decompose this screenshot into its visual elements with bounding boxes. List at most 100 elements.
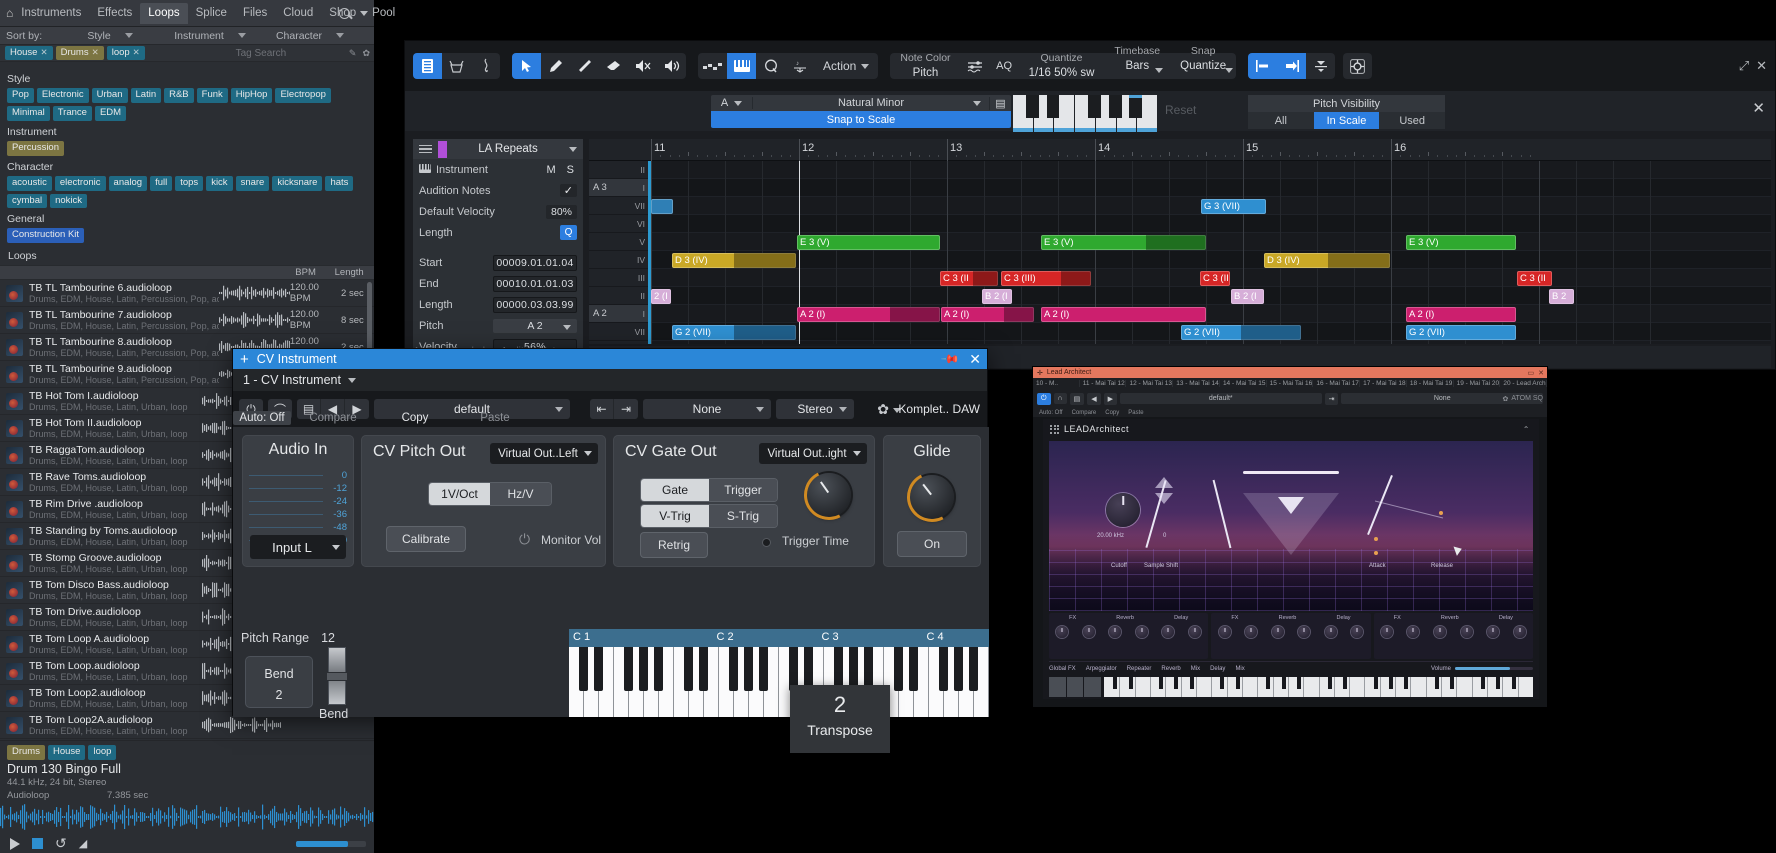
- target-icon[interactable]: [1343, 53, 1372, 79]
- lead-fx-knob[interactable]: [1189, 626, 1201, 638]
- midi-note[interactable]: A 2 (I): [1406, 306, 1516, 322]
- lead-fx-knob[interactable]: [1407, 626, 1420, 638]
- chevron-down-icon[interactable]: [360, 10, 368, 16]
- active-tag-house[interactable]: House ✕: [5, 45, 53, 61]
- velocity-curve-icon[interactable]: [698, 53, 727, 79]
- midi-note[interactable]: C 3 (II: [940, 270, 998, 286]
- black-key[interactable]: [1327, 677, 1332, 689]
- black-key[interactable]: [743, 647, 754, 691]
- facet-chip-hats[interactable]: hats: [325, 175, 354, 191]
- grid-row[interactable]: [651, 287, 1771, 305]
- trig-mode-vtrig[interactable]: V-Trig: [641, 505, 709, 527]
- facet-chip-r-b[interactable]: R&B: [164, 88, 194, 103]
- triangle-down-icon[interactable]: [1155, 493, 1173, 504]
- facet-chip-cymbal[interactable]: cymbal: [7, 193, 48, 209]
- tab-pool[interactable]: Pool: [364, 3, 403, 24]
- quantize-circle-icon[interactable]: [756, 53, 785, 79]
- cv-compare-button[interactable]: Compare: [291, 411, 375, 425]
- cv-auto-label[interactable]: Auto: Off: [233, 411, 291, 425]
- midi-note[interactable]: D 3 (IV): [672, 252, 796, 268]
- lead-fx-knob[interactable]: [1135, 626, 1148, 638]
- snap-to-scale-button[interactable]: Snap to Scale: [711, 111, 1011, 128]
- pitch-row-label[interactable]: VI: [589, 215, 649, 233]
- lead-track-header[interactable]: 18 - Mai Tai 19: [1407, 380, 1454, 387]
- tab-cloud[interactable]: Cloud: [275, 3, 321, 24]
- lead-auto-label[interactable]: Auto: Off: [1039, 410, 1063, 416]
- sustain-handle[interactable]: [1439, 511, 1443, 515]
- lead-tab-delay[interactable]: Delay: [1210, 666, 1225, 672]
- audition-notes-checkbox[interactable]: ✓: [559, 184, 577, 197]
- note-color-dropdown[interactable]: Note Color Pitch: [890, 52, 960, 80]
- lead-fx-label[interactable]: Reverb: [1116, 615, 1134, 621]
- midi-note[interactable]: G 2 (VII): [1406, 324, 1516, 340]
- lead-volume[interactable]: Volume: [1431, 666, 1533, 672]
- sliders-icon[interactable]: [961, 53, 990, 79]
- menu-icon[interactable]: [419, 144, 432, 154]
- side-out-icon[interactable]: ⇥: [614, 399, 638, 419]
- black-key[interactable]: [1373, 677, 1378, 689]
- note-repeat-icon[interactable]: ♪: [785, 53, 814, 79]
- facet-chip-latin[interactable]: Latin: [130, 88, 162, 103]
- white-key[interactable]: [1241, 677, 1243, 697]
- document-icon[interactable]: ▤: [1069, 392, 1085, 405]
- length-quantize-badge[interactable]: Q: [560, 225, 577, 240]
- black-key[interactable]: [1281, 677, 1286, 689]
- plus-icon[interactable]: +: [240, 352, 249, 367]
- lead-tab-mix[interactable]: Mix: [1235, 666, 1244, 672]
- preview-tag-loop[interactable]: loop: [88, 745, 117, 760]
- lead-fx-knob[interactable]: [1487, 626, 1500, 638]
- midi-note[interactable]: 2 (I: [651, 288, 671, 304]
- cv-sidechain-dropdown[interactable]: None: [643, 399, 771, 419]
- solo-button[interactable]: S: [567, 164, 574, 176]
- black-key[interactable]: [1128, 677, 1133, 689]
- pitch-value[interactable]: A 2: [493, 318, 577, 333]
- lead-track-header[interactable]: 20 - Lead Architect: [1500, 380, 1548, 387]
- stop-icon[interactable]: [32, 838, 43, 850]
- lead-track-header[interactable]: 15 - Mai Tai 16: [1267, 380, 1314, 387]
- pin-icon[interactable]: 📌: [941, 349, 961, 369]
- white-key[interactable]: [1303, 677, 1305, 697]
- cv-copy-button[interactable]: Copy: [375, 411, 455, 425]
- calibrate-button[interactable]: Calibrate: [387, 527, 465, 551]
- white-key[interactable]: [1333, 677, 1335, 697]
- end-value[interactable]: 00010.01.01.03: [493, 275, 577, 292]
- black-key[interactable]: [1235, 677, 1240, 689]
- black-key[interactable]: [1450, 677, 1455, 689]
- cutoff-knob[interactable]: [1106, 493, 1140, 527]
- black-key[interactable]: [728, 647, 739, 691]
- loop-waveform[interactable]: [202, 715, 281, 735]
- pitch-visibility-used[interactable]: Used: [1379, 112, 1446, 129]
- lead-track-header[interactable]: 14 - Mai Tai 15: [1220, 380, 1267, 387]
- active-tag-drums[interactable]: Drums ✕: [55, 45, 104, 61]
- loop-waveform[interactable]: [219, 283, 290, 303]
- lead-compare-label[interactable]: Compare: [1072, 410, 1097, 416]
- facet-chip-electronic[interactable]: Electronic: [36, 88, 89, 103]
- tab-splice[interactable]: Splice: [188, 3, 235, 24]
- triangle-up-icon[interactable]: [1155, 477, 1173, 488]
- white-key[interactable]: [1149, 677, 1151, 697]
- solo-icon[interactable]: [657, 53, 686, 79]
- black-key[interactable]: [1159, 677, 1164, 689]
- lead-fx-label[interactable]: Reverb: [1279, 615, 1297, 621]
- lead-fx-knob[interactable]: [1109, 626, 1122, 638]
- volume-slider[interactable]: [296, 840, 366, 847]
- white-key[interactable]: [1395, 677, 1397, 697]
- timebase-dropdown[interactable]: Timebase Bars: [1104, 45, 1170, 87]
- lead-preset-dropdown[interactable]: default*: [1119, 393, 1322, 404]
- glide-knob[interactable]: [900, 465, 964, 529]
- lead-copy-label[interactable]: Copy: [1105, 410, 1119, 416]
- scale-reset-button[interactable]: Reset: [1165, 103, 1196, 117]
- fade-icon[interactable]: ◢: [79, 837, 87, 850]
- black-key[interactable]: [1220, 677, 1225, 689]
- midi-note[interactable]: D 3 (IV): [1264, 252, 1390, 268]
- facet-chip-edm[interactable]: EDM: [94, 105, 127, 121]
- lead-piano-keys[interactable]: [1104, 677, 1533, 697]
- facet-chip-hiphop[interactable]: HipHop: [230, 88, 273, 103]
- power-icon[interactable]: ⏻: [1037, 392, 1051, 405]
- cv-pitch-out-dropdown[interactable]: Virtual Out..Left: [490, 443, 598, 464]
- white-key[interactable]: [1287, 677, 1289, 697]
- white-key[interactable]: [1425, 677, 1427, 697]
- pitch-row-label[interactable]: VII: [589, 197, 649, 215]
- midi-note[interactable]: C 3 (III): [1001, 270, 1091, 286]
- trig-mode-strig[interactable]: S-Trig: [709, 505, 777, 527]
